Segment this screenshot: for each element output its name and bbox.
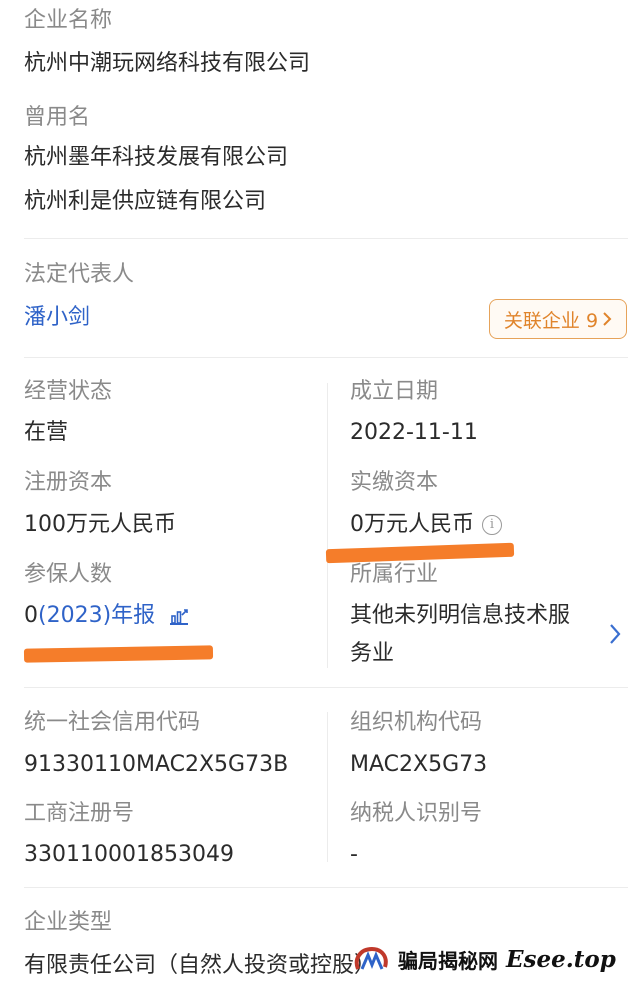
company-type-value: 有限责任公司（自然人投资或控股） (24, 953, 377, 978)
watermark-logo (352, 945, 390, 975)
company-name-label: 企业名称 (24, 8, 113, 33)
legal-rep-link[interactable]: 潘小剑 (24, 303, 90, 333)
company-type-label: 企业类型 (24, 910, 113, 935)
credit-code-label: 统一社会信用代码 (24, 710, 201, 735)
org-code-value: MAC2X5G73 (350, 752, 488, 777)
watermark: 骗局揭秘网 Esee.top (352, 940, 636, 979)
chart-icon[interactable] (168, 606, 190, 626)
business-status-value: 在营 (24, 420, 69, 445)
business-reg-label: 工商注册号 (24, 801, 135, 826)
insured-count-row: 0(2023)年报 (24, 601, 190, 631)
business-reg-value: 330110001853049 (24, 842, 234, 867)
insured-count-value: 0 (24, 603, 38, 628)
business-status-label: 经营状态 (24, 379, 113, 404)
founded-date-label: 成立日期 (350, 379, 439, 404)
industry-label: 所属行业 (350, 562, 439, 587)
highlight-mark (23, 645, 214, 663)
paid-capital-label: 实缴资本 (350, 470, 439, 495)
watermark-site-name: 骗局揭秘网 (398, 949, 498, 973)
registered-capital-value: 100万元人民币 (24, 512, 176, 537)
related-companies-button[interactable]: 关联企业 9 (489, 299, 627, 339)
column-divider (327, 383, 328, 668)
divider (24, 887, 628, 888)
founded-date-value: 2022-11-11 (350, 420, 478, 445)
paid-capital-value: 0万元人民币 (350, 512, 474, 537)
org-code-label: 组织机构代码 (350, 710, 483, 735)
insured-count-label: 参保人数 (24, 562, 113, 587)
column-divider (327, 712, 328, 862)
watermark-domain: Esee.top (506, 946, 616, 973)
former-name-item: 杭州墨年科技发展有限公司 (24, 145, 289, 170)
former-name-item: 杭州利是供应链有限公司 (24, 189, 267, 214)
arrow-right-icon (603, 312, 612, 326)
company-name-value: 杭州中潮玩网络科技有限公司 (24, 51, 311, 76)
related-companies-label: 关联企业 9 (503, 309, 599, 332)
divider (24, 357, 628, 358)
industry-value-line1[interactable]: 其他未列明信息技术服 (350, 601, 570, 631)
annual-report-link[interactable]: (2023)年报 (38, 603, 155, 628)
divider (24, 238, 628, 239)
info-icon[interactable]: i (482, 515, 502, 535)
credit-code-value: 91330110MAC2X5G73B (24, 752, 289, 777)
divider (24, 687, 628, 688)
chevron-right-icon[interactable] (608, 622, 622, 646)
paid-capital-row: 0万元人民币 i (350, 510, 502, 540)
legal-rep-label: 法定代表人 (24, 262, 135, 287)
former-names-label: 曾用名 (24, 105, 91, 130)
industry-value-line2[interactable]: 务业 (350, 639, 394, 669)
taxpayer-id-label: 纳税人识别号 (350, 801, 483, 826)
registered-capital-label: 注册资本 (24, 470, 113, 495)
taxpayer-id-value: - (350, 842, 358, 867)
